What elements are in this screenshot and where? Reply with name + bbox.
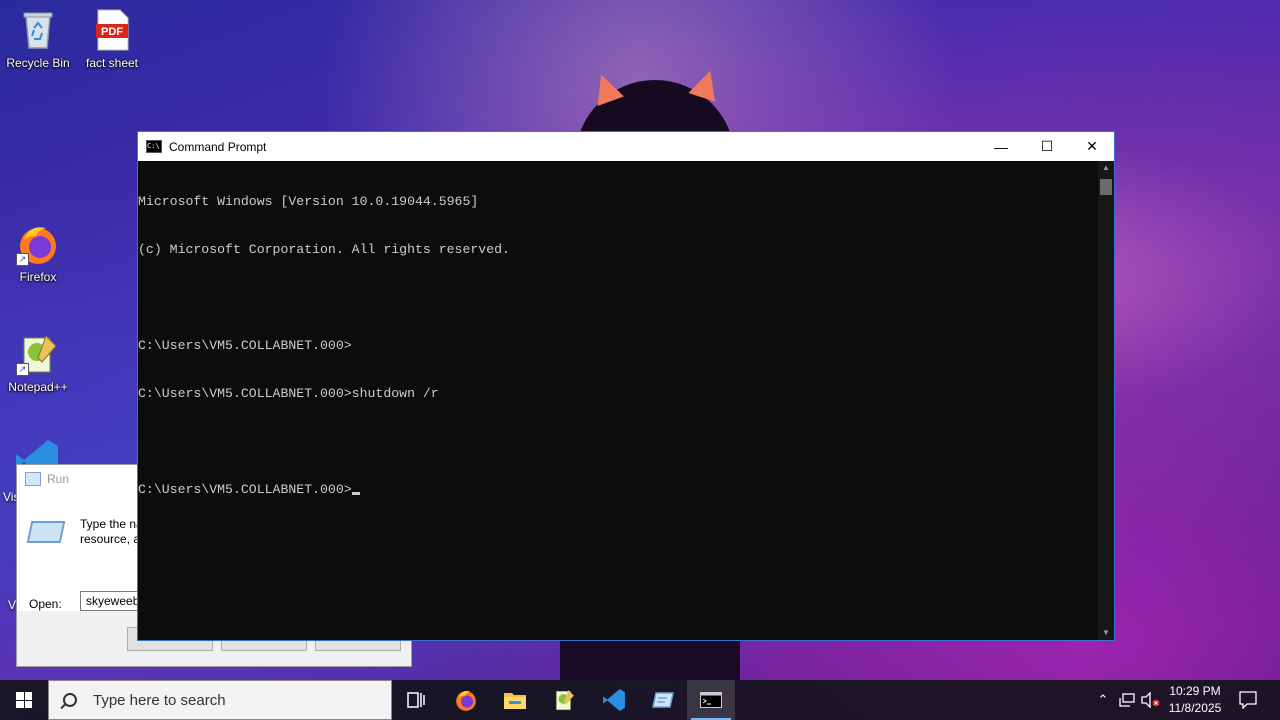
action-center-button[interactable] [1234,680,1262,720]
console-line: Microsoft Windows [Version 10.0.19044.59… [138,194,479,209]
notepad-plus-plus-icon: ↗ [16,332,60,376]
run-description-line: resource, a [80,532,141,546]
pdf-badge: PDF [101,26,123,38]
vscode-icon[interactable] [14,438,60,466]
run-icon [652,692,674,708]
file-explorer-icon [504,693,526,709]
clock-date: 11/8/2025 [1168,701,1222,715]
run-title: Run [47,472,70,486]
clock-time: 10:29 PM [1169,684,1221,698]
taskbar-command-prompt[interactable] [687,680,735,720]
firefox-icon [456,690,476,711]
cmd-scrollbar[interactable]: ▲ ▼ [1098,161,1114,640]
notepad-plus-plus-icon [556,690,574,711]
run-icon [25,472,41,486]
run-description: Type the na resource, a [80,517,143,547]
command-prompt-icon [700,692,722,708]
show-hidden-icons-button[interactable]: ⌃ [1093,680,1113,720]
taskbar-vscode[interactable] [590,680,638,720]
chevron-up-icon: ⌃ [1097,692,1109,707]
desktop-icon-firefox[interactable]: ↗ Firefox [0,222,76,284]
wallpaper-shape [560,640,740,680]
shortcut-arrow-icon: ↗ [16,253,29,266]
task-view-icon [407,692,425,708]
command-prompt-icon: C:\ [146,140,162,153]
close-button[interactable]: ✕ [1069,132,1115,161]
taskbar-firefox[interactable] [442,680,490,720]
text-cursor [351,492,360,495]
notification-icon [1239,691,1257,709]
desktop-icon-label: fact sheet [85,56,139,70]
desktop-icon-label: Notepad++ [8,380,68,394]
cmd-console-output[interactable]: Microsoft Windows [Version 10.0.19044.59… [138,161,1098,640]
console-prompt: C:\Users\VM5.COLLABNET.000> [138,482,352,497]
volume-muted-icon [1141,692,1160,708]
desktop-icon-label-partial: V [8,598,17,612]
desktop-icon-fact-sheet[interactable]: PDF fact sheet [74,8,150,70]
maximize-button[interactable]: ☐ [1024,132,1070,161]
minimize-button[interactable]: — [978,132,1024,161]
task-view-button[interactable] [392,680,440,720]
console-line: C:\Users\VM5.COLLABNET.000>shutdown /r [138,386,439,401]
taskbar-file-explorer[interactable] [491,680,539,720]
firefox-icon: ↗ [16,222,60,266]
run-description-line: Type the na [80,517,143,531]
console-line: (c) Microsoft Corporation. All rights re… [138,242,510,257]
scroll-down-icon[interactable]: ▼ [1098,626,1114,640]
run-program-icon [26,521,66,543]
desktop-icon-label: Firefox [19,270,57,284]
scroll-up-icon[interactable]: ▲ [1098,161,1114,175]
search-input[interactable] [91,690,375,710]
start-button[interactable] [0,680,48,720]
vscode-icon [603,689,625,711]
command-prompt-window[interactable]: C:\ Command Prompt — ☐ ✕ Microsoft Windo… [137,131,1115,641]
pdf-file-icon: PDF [90,8,134,52]
scroll-thumb[interactable] [1100,179,1112,195]
network-tray-button[interactable] [1116,680,1138,720]
taskbar-run[interactable] [639,680,687,720]
shortcut-arrow-icon: ↗ [16,363,29,376]
desktop-icon-recycle-bin[interactable]: Recycle Bin [0,8,76,70]
taskbar-notepad-plus-plus[interactable] [540,680,588,720]
taskbar-search-box[interactable] [48,680,392,720]
taskbar: ⌃ 10:29 PM 11/8/2025 [0,680,1280,720]
console-prompt-line[interactable]: C:\Users\VM5.COLLABNET.000> [138,482,1098,498]
console-line: C:\Users\VM5.COLLABNET.000> [138,338,352,353]
recycle-bin-icon [16,8,60,52]
taskbar-clock[interactable]: 10:29 PM 11/8/2025 [1160,683,1230,717]
volume-tray-button[interactable] [1138,680,1162,720]
cmd-title-bar[interactable]: C:\ Command Prompt — ☐ ✕ [138,132,1114,161]
cmd-title: Command Prompt [169,139,267,154]
desktop-icon-notepad-plus-plus[interactable]: ↗ Notepad++ [0,332,76,394]
desktop-icon-label: Recycle Bin [6,56,70,70]
network-icon [1119,693,1135,707]
windows-logo-icon [16,692,32,708]
run-open-label: Open: [29,597,62,611]
search-icon [63,693,77,707]
